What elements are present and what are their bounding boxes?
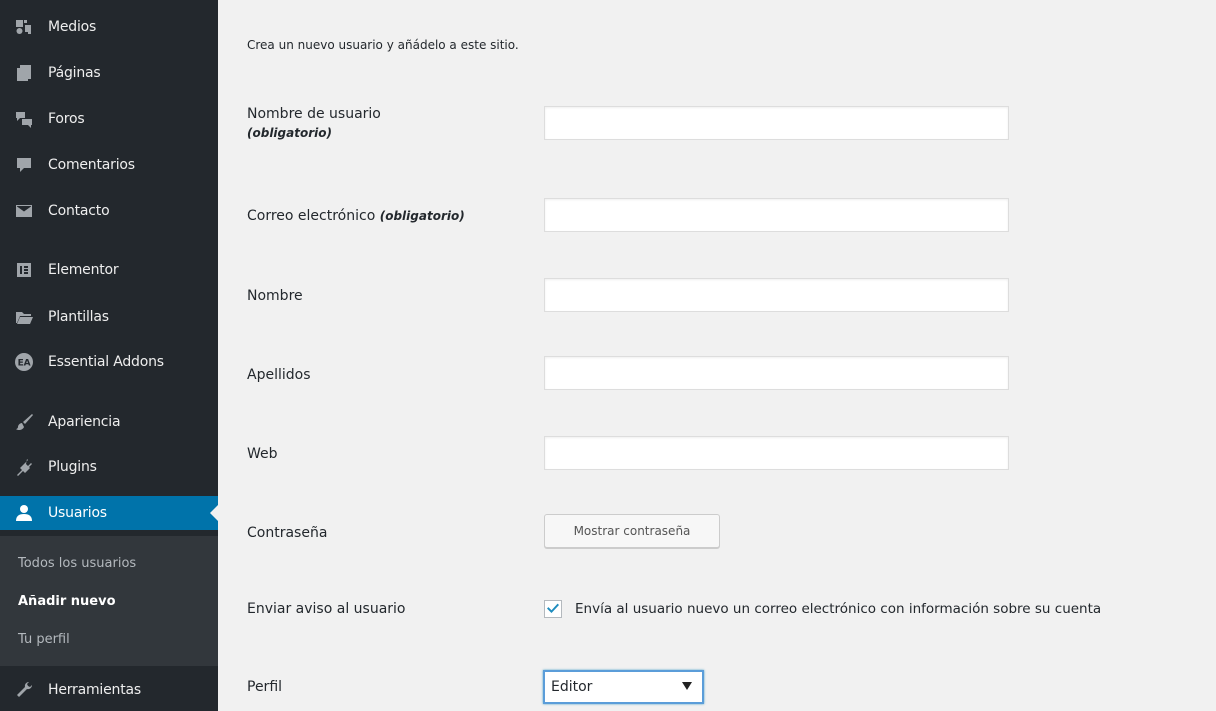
sidebar-item-label: Contacto	[48, 203, 110, 219]
username-input[interactable]	[544, 106, 1009, 140]
sidebar-item-forums[interactable]: Foros	[0, 102, 218, 136]
last-name-input[interactable]	[544, 356, 1009, 390]
web-input[interactable]	[544, 436, 1009, 470]
sidebar-item-essential-addons[interactable]: EA Essential Addons	[0, 345, 218, 379]
submenu-item-add-new[interactable]: Añadir nuevo	[18, 594, 116, 609]
brush-icon	[12, 410, 36, 434]
checkmark-icon	[547, 603, 559, 613]
pages-icon	[12, 61, 36, 85]
first-name-input[interactable]	[544, 278, 1009, 312]
dropdown-arrow-icon	[682, 682, 692, 690]
plugin-icon	[12, 455, 36, 479]
sidebar-item-label: Elementor	[48, 262, 119, 278]
sidebar-item-label: Comentarios	[48, 157, 135, 173]
ea-icon: EA	[12, 350, 36, 374]
username-label: Nombre de usuario (obligatorio)	[247, 106, 381, 141]
role-select-value: Editor	[551, 679, 593, 695]
comments-icon	[12, 153, 36, 177]
email-required-note: (obligatorio)	[379, 209, 465, 223]
intro-text: Crea un nuevo usuario y añádelo a este s…	[247, 38, 519, 52]
users-submenu: Todos los usuarios Añadir nuevo Tu perfi…	[0, 536, 218, 666]
sidebar-item-label: Páginas	[48, 65, 101, 81]
wrench-icon	[12, 678, 36, 702]
user-icon	[12, 501, 36, 525]
sidebar-item-appearance[interactable]: Apariencia	[0, 405, 218, 439]
sidebar-item-label: Medios	[48, 19, 97, 35]
sidebar-item-label: Plantillas	[48, 309, 109, 325]
sidebar-item-media[interactable]: Medios	[0, 10, 218, 44]
admin-sidebar: Medios Páginas Foros Comentarios Contact…	[0, 0, 218, 711]
sidebar-item-label: Apariencia	[48, 414, 121, 430]
first-name-label: Nombre	[247, 288, 303, 304]
submenu-item-all-users[interactable]: Todos los usuarios	[18, 556, 136, 571]
show-password-button[interactable]: Mostrar contraseña	[544, 514, 720, 548]
elementor-icon	[12, 258, 36, 282]
email-label: Correo electrónico (obligatorio)	[247, 208, 465, 224]
role-select[interactable]: Editor	[543, 670, 704, 704]
folder-icon	[12, 305, 36, 329]
sidebar-item-pages[interactable]: Páginas	[0, 56, 218, 90]
sidebar-item-plugins[interactable]: Plugins	[0, 450, 218, 484]
svg-text:EA: EA	[18, 359, 31, 369]
username-label-text: Nombre de usuario	[247, 106, 381, 122]
email-label-text: Correo electrónico	[247, 208, 376, 224]
sidebar-item-label: Plugins	[48, 459, 97, 475]
sidebar-item-label: Usuarios	[48, 505, 107, 521]
last-name-label: Apellidos	[247, 367, 311, 383]
sidebar-item-label: Foros	[48, 111, 85, 127]
sidebar-item-templates[interactable]: Plantillas	[0, 300, 218, 334]
sidebar-item-users[interactable]: Usuarios	[0, 496, 218, 530]
forums-icon	[12, 107, 36, 131]
role-label: Perfil	[247, 679, 283, 695]
sidebar-item-tools[interactable]: Herramientas	[0, 673, 218, 707]
notify-label: Enviar aviso al usuario	[247, 601, 406, 617]
mail-icon	[12, 199, 36, 223]
email-input[interactable]	[544, 198, 1009, 232]
username-required-note: (obligatorio)	[247, 126, 332, 140]
sidebar-item-label: Herramientas	[48, 682, 141, 698]
notify-checkbox-label[interactable]: Envía al usuario nuevo un correo electró…	[575, 601, 1101, 617]
sidebar-item-comments[interactable]: Comentarios	[0, 148, 218, 182]
sidebar-item-elementor[interactable]: Elementor	[0, 253, 218, 287]
media-icon	[12, 15, 36, 39]
submenu-item-profile[interactable]: Tu perfil	[18, 632, 70, 647]
web-label: Web	[247, 446, 278, 462]
notify-checkbox[interactable]	[544, 600, 562, 618]
password-label: Contraseña	[247, 525, 328, 541]
sidebar-item-label: Essential Addons	[48, 354, 164, 370]
sidebar-item-contact[interactable]: Contacto	[0, 194, 218, 228]
